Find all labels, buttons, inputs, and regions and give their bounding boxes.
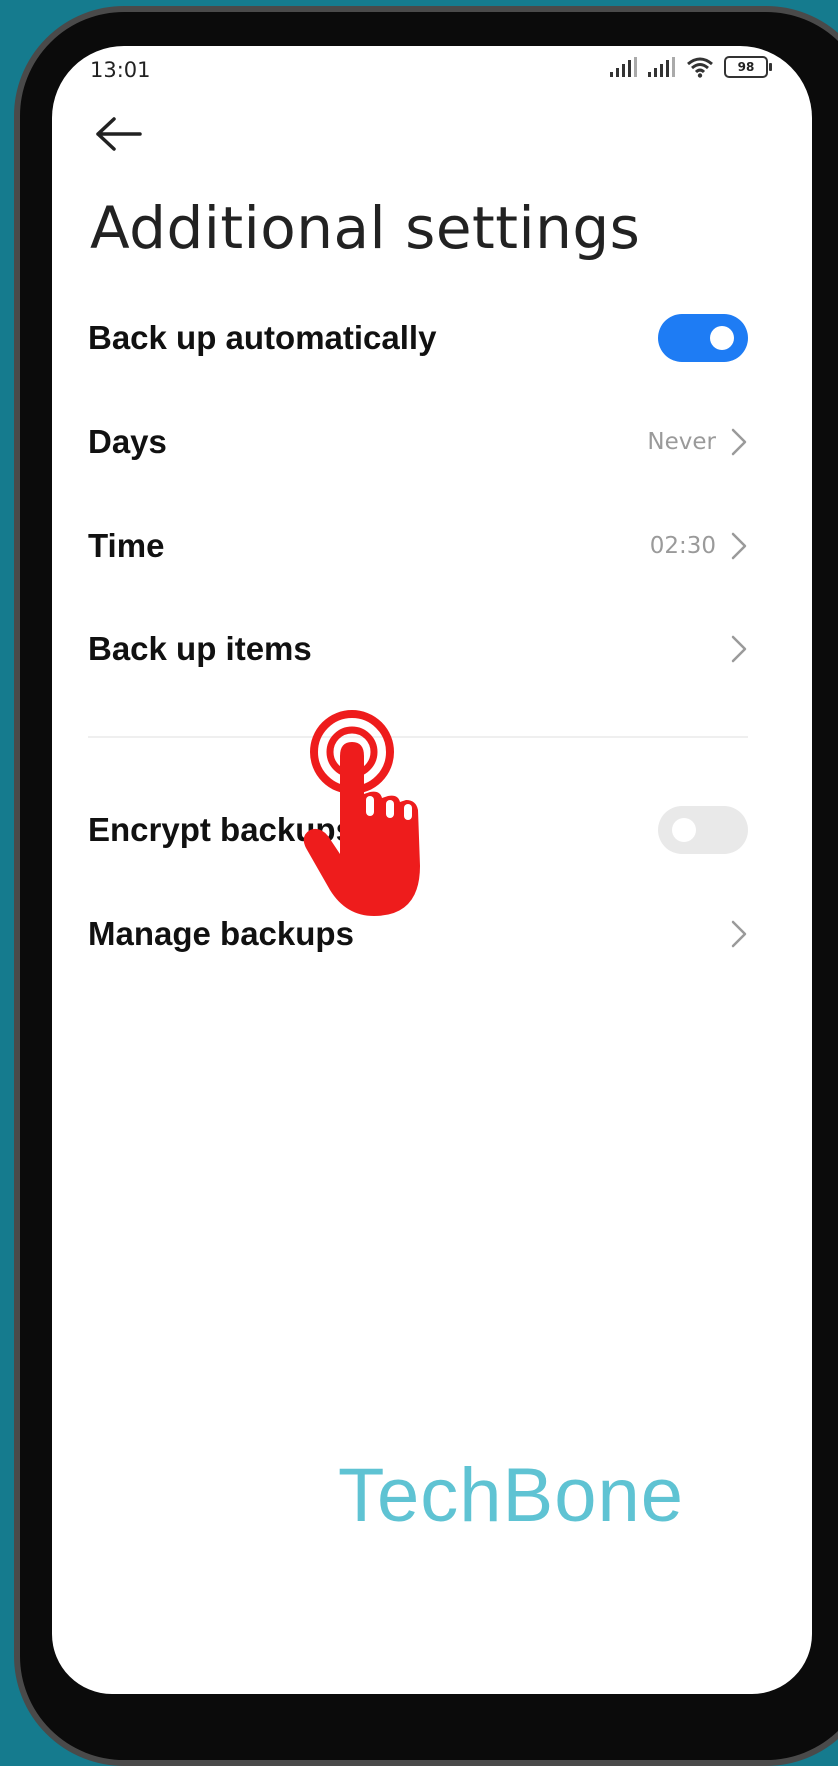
toggle-knob — [672, 818, 696, 842]
setting-label: Time — [88, 527, 165, 564]
setting-back-up-automatically[interactable]: Back up automatically — [88, 296, 748, 380]
setting-time[interactable]: Time 02:30 — [88, 504, 748, 588]
setting-days[interactable]: Days Never — [88, 400, 748, 484]
battery-icon: 98 — [724, 56, 772, 78]
setting-back-up-items[interactable]: Back up items — [88, 607, 748, 691]
chevron-right-icon — [731, 428, 747, 456]
chevron-right-icon — [731, 920, 747, 948]
signal-icon — [648, 57, 675, 77]
chevron-right-icon — [731, 532, 747, 560]
signal-icon — [610, 57, 637, 77]
setting-label: Manage backups — [88, 915, 354, 952]
encrypt-backups-toggle[interactable] — [658, 806, 748, 854]
setting-value: Never — [647, 429, 716, 455]
toggle-knob — [710, 326, 734, 350]
setting-label: Days — [88, 423, 167, 460]
status-bar: 13:01 98 — [52, 46, 812, 90]
back-up-automatically-toggle[interactable] — [658, 314, 748, 362]
back-button[interactable] — [94, 114, 148, 154]
back-arrow-icon — [96, 117, 142, 151]
page-title: Additional settings — [90, 194, 641, 262]
setting-value-group: Never — [647, 427, 748, 457]
tap-hand-icon — [303, 710, 420, 916]
setting-value-group: 02:30 — [650, 531, 748, 561]
techbone-watermark: TechBone — [338, 1453, 685, 1538]
wifi-icon — [687, 57, 713, 78]
status-time: 13:01 — [90, 58, 151, 82]
status-icons: 98 — [610, 56, 772, 78]
setting-label: Back up items — [88, 630, 312, 667]
setting-label: Back up automatically — [88, 319, 437, 356]
chevron-right-icon — [731, 635, 747, 663]
setting-value: 02:30 — [649, 533, 716, 559]
